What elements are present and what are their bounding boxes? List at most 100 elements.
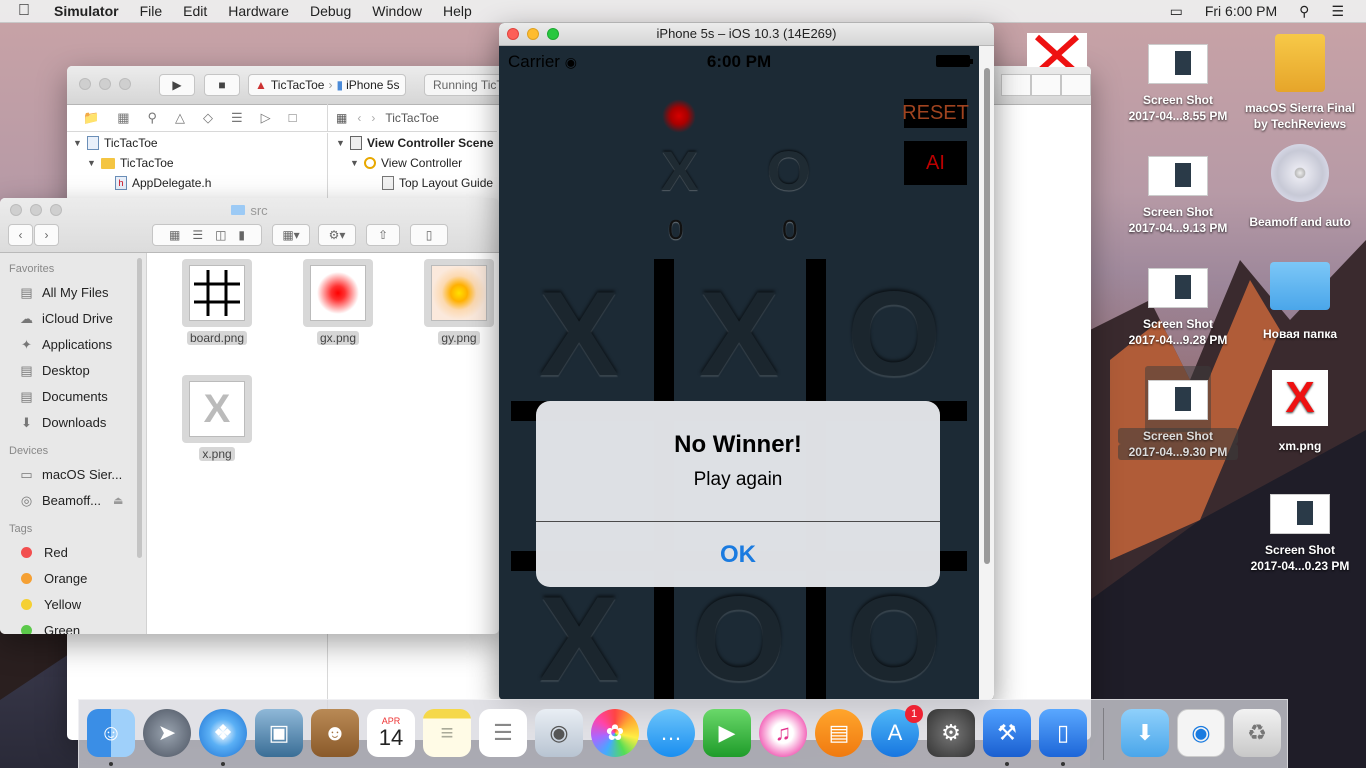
safari-icon[interactable]: ❖: [199, 709, 247, 757]
sidebar-item-icloud-drive[interactable]: ☁ iCloud Drive: [0, 305, 146, 331]
display-mirroring-icon[interactable]: ▭: [1170, 3, 1183, 20]
spotlight-search-icon[interactable]: ⚲: [1299, 3, 1309, 20]
photos-icon[interactable]: ✿: [591, 709, 639, 757]
menu-hardware[interactable]: Hardware: [228, 3, 289, 19]
menubar-clock[interactable]: Fri 6:00 PM: [1205, 3, 1277, 19]
notes-icon[interactable]: ≡: [423, 709, 471, 757]
column-view-icon[interactable]: ◫: [215, 228, 226, 242]
menu-debug[interactable]: Debug: [310, 3, 351, 19]
minimize-button[interactable]: [99, 78, 111, 90]
list-view-icon[interactable]: ☰: [192, 228, 203, 242]
board-cell[interactable]: O: [819, 579, 969, 699]
board-cell[interactable]: O: [819, 274, 969, 394]
zoom-button[interactable]: [119, 78, 131, 90]
disclosure-triangle-icon[interactable]: ▼: [350, 158, 360, 168]
issue-navigator-icon[interactable]: △: [175, 110, 185, 126]
sidebar-item-desktop[interactable]: ▤ Desktop: [0, 357, 146, 383]
menu-help[interactable]: Help: [443, 3, 472, 19]
sidebar-tag-red[interactable]: Red: [0, 539, 146, 565]
simulator-scrollbar[interactable]: [979, 46, 994, 700]
outline-row[interactable]: ▼ View Controller: [328, 153, 498, 173]
scheme-selector[interactable]: ▲ TicTacToe › ▮ iPhone 5s: [248, 74, 407, 96]
system-preferences-icon[interactable]: ⚙: [927, 709, 975, 757]
menu-window[interactable]: Window: [372, 3, 422, 19]
facetime-icon[interactable]: ▶: [703, 709, 751, 757]
jump-bar-file[interactable]: TicTacToe: [385, 111, 439, 125]
action-button[interactable]: ⚙▾: [318, 224, 356, 246]
desktop-file-screenshot[interactable]: Screen Shot 2017-04...0.23 PM: [1240, 494, 1360, 574]
menu-file[interactable]: File: [140, 3, 163, 19]
messages-icon[interactable]: …: [647, 709, 695, 757]
sidebar-item-all-my-files[interactable]: ▤ All My Files: [0, 279, 146, 305]
apple-menu-icon[interactable]: : [18, 2, 38, 20]
desktop-drive-macos[interactable]: macOS Sierra Final by TechReviews: [1240, 34, 1360, 132]
desktop-file-xm[interactable]: X xm.png: [1240, 370, 1360, 454]
file-item[interactable]: gx.png: [298, 259, 378, 345]
xcode-icon[interactable]: ⚒: [983, 709, 1031, 757]
desktop-file-screenshot[interactable]: Screen Shot 2017-04...9.28 PM: [1118, 268, 1238, 348]
contacts-icon[interactable]: ☻: [311, 709, 359, 757]
forward-arrow-icon[interactable]: ›: [371, 111, 375, 125]
menu-edit[interactable]: Edit: [183, 3, 207, 19]
outline-row[interactable]: ▼ View Controller Scene: [328, 133, 498, 153]
calendar-icon[interactable]: APR 14: [367, 709, 415, 757]
sidebar-item-device[interactable]: ◎ Beamoff... ⏏: [0, 487, 146, 513]
reset-button[interactable]: RESET: [902, 99, 969, 128]
desktop-file-screenshot-selected[interactable]: Screen Shot 2017-04...9.30 PM: [1118, 366, 1238, 460]
board-cell[interactable]: O: [664, 579, 814, 699]
disclosure-triangle-icon[interactable]: ▼: [87, 158, 97, 168]
navigator-toggle-button[interactable]: [1001, 74, 1031, 96]
outline-row[interactable]: Top Layout Guide: [328, 173, 498, 193]
zoom-button[interactable]: [547, 28, 559, 40]
tree-row[interactable]: ▼ TicTacToe: [67, 153, 327, 173]
debug-navigator-icon[interactable]: ☰: [231, 110, 243, 126]
cover-flow-icon[interactable]: ▮: [238, 228, 245, 242]
desktop-file-screenshot[interactable]: Screen Shot 2017-04...9.13 PM: [1118, 156, 1238, 236]
sidebar-tag-green[interactable]: Green: [0, 617, 146, 634]
utilities-toggle-button[interactable]: [1061, 74, 1091, 96]
close-button[interactable]: [507, 28, 519, 40]
back-button[interactable]: ‹: [8, 224, 33, 246]
notification-center-icon[interactable]: ☰: [1331, 3, 1344, 20]
arrange-button[interactable]: ▦▾: [272, 224, 310, 246]
file-item[interactable]: X x.png: [177, 375, 257, 461]
board-cell[interactable]: X: [664, 274, 814, 394]
board-cell[interactable]: X: [504, 274, 654, 394]
run-button[interactable]: ▶: [159, 74, 195, 96]
sidebar-tag-orange[interactable]: Orange: [0, 565, 146, 591]
launchpad-icon[interactable]: ➤: [143, 709, 191, 757]
tree-row[interactable]: h AppDelegate.h: [67, 173, 327, 193]
itunes-icon[interactable]: ♫: [759, 709, 807, 757]
eject-icon[interactable]: ⏏: [113, 494, 123, 507]
icon-view-icon[interactable]: ▦: [169, 228, 180, 242]
find-navigator-icon[interactable]: ⚲: [147, 110, 157, 126]
sidebar-scrollbar[interactable]: [137, 258, 142, 558]
tags-button[interactable]: ▯: [410, 224, 448, 246]
alert-ok-button[interactable]: OK: [536, 522, 940, 587]
sidebar-item-device[interactable]: ▭ macOS Sier...: [0, 461, 146, 487]
test-navigator-icon[interactable]: ◇: [203, 110, 213, 126]
report-navigator-icon[interactable]: □: [289, 110, 297, 125]
board-cell[interactable]: X: [504, 579, 654, 699]
close-button[interactable]: [79, 78, 91, 90]
desktop-x-image-icon[interactable]: [1027, 33, 1087, 67]
downloads-stack-icon[interactable]: ⬇: [1121, 709, 1169, 757]
breakpoint-navigator-icon[interactable]: ▷: [261, 110, 271, 126]
symbol-navigator-icon[interactable]: ▦: [117, 110, 129, 126]
forward-button[interactable]: ›: [34, 224, 59, 246]
ai-button[interactable]: AI: [904, 141, 967, 185]
debug-area-toggle-button[interactable]: [1031, 74, 1061, 96]
related-items-icon[interactable]: ▦: [336, 111, 347, 125]
sidebar-item-downloads[interactable]: ⬇ Downloads: [0, 409, 146, 435]
disclosure-triangle-icon[interactable]: ▼: [336, 138, 346, 148]
tree-row[interactable]: ▼ TicTacToe: [67, 133, 327, 153]
sidebar-item-applications[interactable]: ✦ Applications: [0, 331, 146, 357]
finder-icon[interactable]: ☺: [87, 709, 135, 757]
desktop-file-screenshot[interactable]: Screen Shot 2017-04...8.55 PM: [1118, 44, 1238, 124]
photo-booth-icon[interactable]: ◉: [535, 709, 583, 757]
sidebar-item-documents[interactable]: ▤ Documents: [0, 383, 146, 409]
scrollbar-thumb[interactable]: [984, 68, 990, 564]
ibooks-icon[interactable]: ▤: [815, 709, 863, 757]
sidebar-tag-yellow[interactable]: Yellow: [0, 591, 146, 617]
share-button[interactable]: ⇧: [366, 224, 400, 246]
